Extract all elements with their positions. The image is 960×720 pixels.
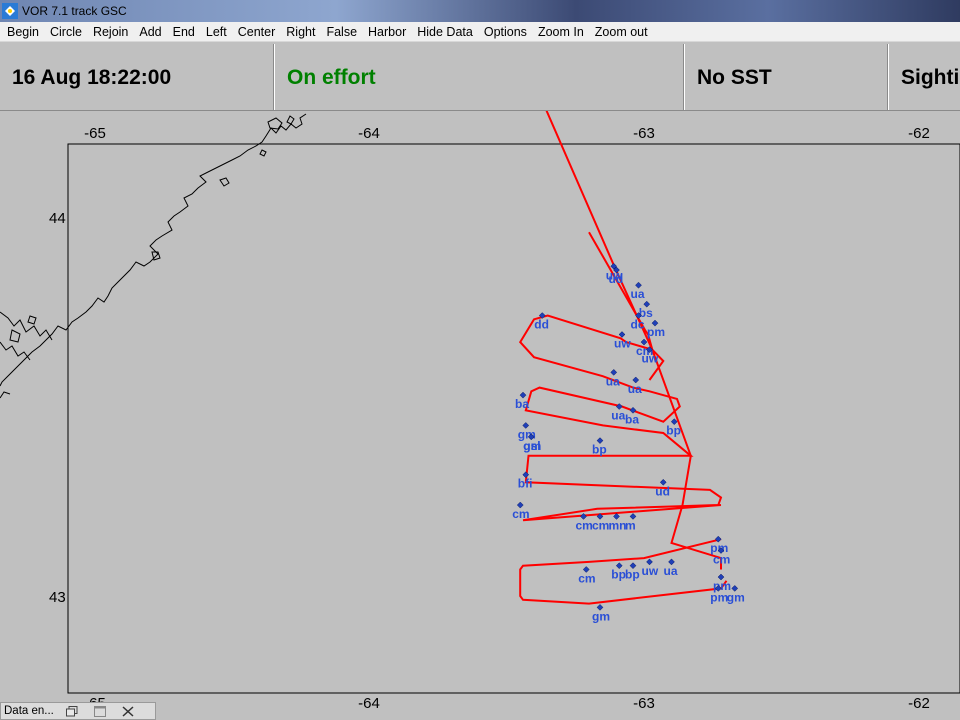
sighting-label: ba <box>515 397 529 411</box>
effort-cell: On effort <box>274 44 684 111</box>
sst-status: No SST <box>697 65 772 89</box>
sighting-label: uw <box>642 352 659 366</box>
lat-label: 43 <box>49 589 66 606</box>
close-icon[interactable] <box>115 704 141 719</box>
menu-false[interactable]: False <box>321 25 363 39</box>
window-title: VOR 7.1 track GSC <box>22 4 127 18</box>
lon-label-bottom: -64 <box>358 695 380 712</box>
app-icon <box>2 3 18 19</box>
menu-begin[interactable]: Begin <box>2 25 45 39</box>
sighting-label: cm <box>578 571 595 585</box>
menu-add[interactable]: Add <box>134 25 167 39</box>
minimized-window-bar[interactable]: Data en... <box>0 702 156 720</box>
menu-zoom-in[interactable]: Zoom In <box>533 25 590 39</box>
lon-label-bottom: -63 <box>633 695 655 712</box>
minimized-window-title: Data en... <box>4 705 54 717</box>
sighting-label: cm <box>512 507 529 521</box>
sighting-label: cm <box>592 518 609 532</box>
lon-label-top: -63 <box>633 125 655 142</box>
sighting-label: uw <box>642 564 659 578</box>
sighting-label: ua <box>664 564 678 578</box>
sighting-label: mn <box>609 518 627 532</box>
menu-circle[interactable]: Circle <box>45 25 88 39</box>
menu-options[interactable]: Options <box>479 25 533 39</box>
maximize-icon[interactable] <box>87 704 113 719</box>
menu-zoom-out[interactable]: Zoom out <box>590 25 654 39</box>
sighting-label: ua <box>631 287 645 301</box>
sighting-label: gm <box>523 439 541 453</box>
sighting-label: ua <box>628 382 642 396</box>
sighting-label: gm <box>592 609 610 623</box>
menu-hide-data[interactable]: Hide Data <box>412 25 479 39</box>
lat-label: 44 <box>49 210 66 227</box>
menu-bar: Begin Circle Rejoin Add End Left Center … <box>0 22 960 42</box>
sighting-label: pm <box>710 590 728 604</box>
sighting-label: ua <box>606 374 620 388</box>
lon-label-top: -62 <box>908 125 930 142</box>
menu-rejoin[interactable]: Rejoin <box>88 25 134 39</box>
lon-label-top: -65 <box>84 125 106 142</box>
sighting-label: uw <box>614 336 631 350</box>
sighting-label: bfi <box>518 477 533 491</box>
sighting-label: bp <box>625 568 640 582</box>
sighting-label: bp <box>611 568 626 582</box>
sighting-label: bp <box>666 424 681 438</box>
sighting-label: dd <box>534 318 549 332</box>
menu-harbor[interactable]: Harbor <box>363 25 412 39</box>
status-panel: 16 Aug 18:22:00 On effort No SST Sightin… <box>0 44 960 111</box>
menu-center[interactable]: Center <box>233 25 282 39</box>
sighting-label: bp <box>592 443 607 457</box>
sighting-label: m <box>625 518 636 532</box>
sighting-label: dc <box>631 318 645 332</box>
sighting-label: cm <box>713 553 730 567</box>
window-titlebar: VOR 7.1 track GSC <box>0 0 960 22</box>
sighting-label: ud <box>609 272 624 286</box>
menu-left[interactable]: Left <box>201 25 233 39</box>
sighting-label: cm <box>576 518 593 532</box>
menu-right[interactable]: Right <box>281 25 321 39</box>
sighting-label: ba <box>625 412 639 426</box>
datetime-display: 16 Aug 18:22:00 <box>12 65 172 89</box>
sighting-label: ua <box>611 409 625 423</box>
sighting-status: Sighting <box>901 65 960 89</box>
sighting-label: gm <box>727 590 745 604</box>
sst-cell: No SST <box>684 44 888 111</box>
map-canvas[interactable]: -65 -64 -63 -62 -65 -64 -63 -62 44 43 uw… <box>0 111 960 720</box>
menu-end[interactable]: End <box>168 25 201 39</box>
datetime-cell: 16 Aug 18:22:00 <box>0 44 274 111</box>
lon-label-bottom: -62 <box>908 695 930 712</box>
restore-icon[interactable] <box>59 704 85 719</box>
sighting-label: ud <box>655 484 670 498</box>
sighting-label: pm <box>647 325 665 339</box>
effort-status: On effort <box>287 65 376 89</box>
lon-label-top: -64 <box>358 125 380 142</box>
sighting-cell: Sighting <box>888 44 960 111</box>
